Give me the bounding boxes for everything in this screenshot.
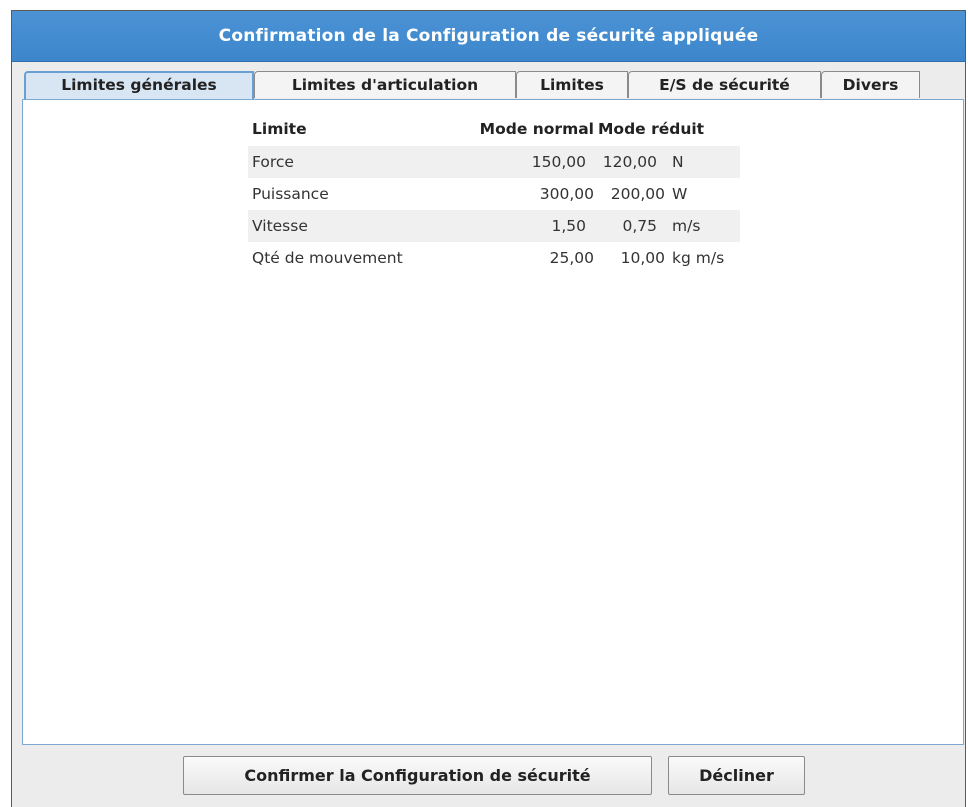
safety-confirmation-dialog: Confirmation de la Configuration de sécu… — [11, 10, 966, 807]
tab-joint-limits[interactable]: Limites d'articulation — [254, 71, 516, 98]
row-normal-value: 150,00 — [531, 153, 586, 171]
row-reduced-value: 0,75 — [622, 217, 657, 235]
table-row: Qté de mouvement 25,00 10,00 kg m/s — [248, 242, 748, 274]
tab-content-panel: Limite Mode normal Mode réduit Force 150… — [22, 99, 964, 745]
table-row: Force 150,00 120,00 N — [248, 146, 740, 178]
tab-bar: Limites générales Limites d'articulation… — [12, 71, 965, 99]
tab-limits[interactable]: Limites — [516, 71, 628, 98]
decline-button[interactable]: Décliner — [668, 756, 805, 795]
header-normal-mode: Mode normal — [479, 120, 594, 138]
table-header-row: Limite Mode normal Mode réduit — [248, 112, 748, 146]
row-name: Force — [252, 153, 294, 171]
limits-table: Limite Mode normal Mode réduit Force 150… — [248, 112, 748, 274]
confirm-safety-config-button[interactable]: Confirmer la Configuration de sécurité — [183, 756, 652, 795]
tab-safety-io[interactable]: E/S de sécurité — [628, 71, 821, 98]
header-limit: Limite — [252, 120, 307, 138]
table-row: Vitesse 1,50 0,75 m/s — [248, 210, 740, 242]
row-unit: m/s — [672, 217, 701, 235]
table-row: Puissance 300,00 200,00 W — [248, 178, 748, 210]
row-normal-value: 300,00 — [539, 185, 594, 203]
row-name: Vitesse — [252, 217, 308, 235]
dialog-title: Confirmation de la Configuration de sécu… — [12, 11, 965, 62]
row-normal-value: 25,00 — [549, 249, 594, 267]
row-unit: W — [672, 185, 688, 203]
row-normal-value: 1,50 — [551, 217, 586, 235]
row-unit: N — [672, 153, 684, 171]
row-name: Qté de mouvement — [252, 249, 403, 267]
row-reduced-value: 200,00 — [610, 185, 665, 203]
tab-general-limits[interactable]: Limites générales — [24, 71, 254, 99]
row-unit: kg m/s — [672, 249, 725, 267]
header-reduced-mode: Mode réduit — [598, 120, 705, 138]
row-reduced-value: 10,00 — [620, 249, 665, 267]
tab-misc[interactable]: Divers — [821, 71, 920, 98]
row-name: Puissance — [252, 185, 329, 203]
row-reduced-value: 120,00 — [602, 153, 657, 171]
